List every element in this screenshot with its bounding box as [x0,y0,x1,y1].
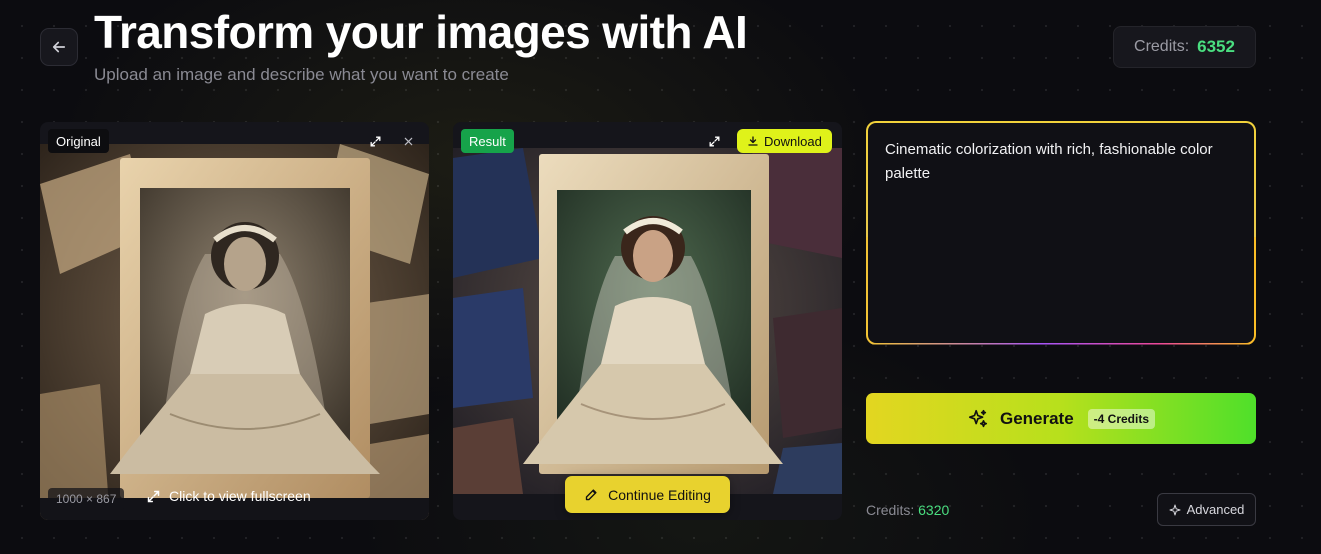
pencil-icon [585,489,597,501]
generate-cost-badge: -4 Credits [1087,408,1156,429]
fullscreen-hint-label: Click to view fullscreen [169,488,311,504]
download-button[interactable]: Download [737,129,832,153]
result-image-panel: Result Download Continue Editing [453,122,842,520]
credits-remaining-value: 6320 [918,502,950,518]
original-badge: Original [48,129,109,153]
credits-value: 6352 [1197,37,1235,56]
advanced-label: Advanced [1186,502,1245,517]
result-badge: Result [461,129,514,153]
download-label: Download [764,133,822,149]
continue-editing-label: Continue Editing [608,486,711,503]
prompt-field[interactable]: Cinematic colorization with rich, fashio… [866,121,1256,345]
result-image[interactable] [453,148,842,494]
original-image-panel: Original 1000 × 867 Click to view fullsc… [40,122,429,520]
download-icon [748,136,758,146]
page-subtitle: Upload an image and describe what you wa… [94,65,509,84]
credits-remaining: Credits: 6320 [866,502,949,518]
sparkle-icon [1169,504,1181,515]
remove-image-button[interactable] [396,130,420,152]
advanced-button[interactable]: Advanced [1157,493,1256,526]
close-icon [404,137,412,145]
credits-remaining-label: Credits: [866,502,915,518]
expand-button[interactable] [702,130,726,152]
arrow-left-icon [52,41,66,53]
continue-editing-button[interactable]: Continue Editing [565,476,730,513]
expand-button[interactable] [363,130,387,152]
page-title: Transform your images with AI [94,6,748,58]
prompt-text[interactable]: Cinematic colorization with rich, fashio… [868,123,1254,343]
image-dimensions: 1000 × 867 [48,488,125,510]
expand-icon [370,136,380,146]
generate-label: Generate [999,408,1074,428]
credits-label: Credits: [1134,38,1190,55]
view-fullscreen-link[interactable]: Click to view fullscreen [146,488,311,504]
sparkles-icon [968,409,988,427]
back-button[interactable] [40,28,78,66]
expand-icon [709,136,719,146]
original-image[interactable] [40,144,429,520]
generate-button[interactable]: Generate -4 Credits [866,393,1256,444]
credits-balance: Credits: 6352 [1113,26,1256,68]
expand-icon [147,490,160,502]
